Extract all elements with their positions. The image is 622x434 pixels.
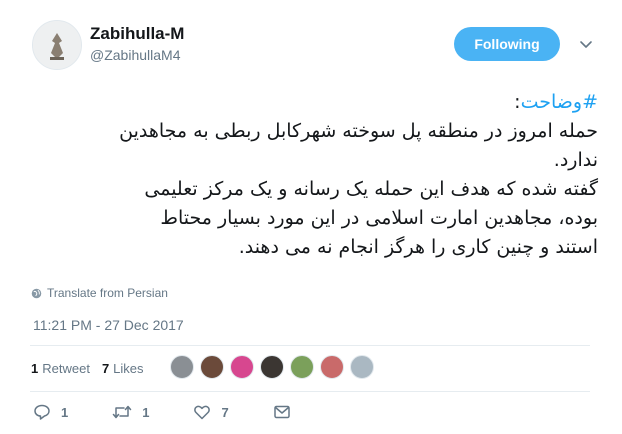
following-button[interactable]: Following <box>454 27 560 61</box>
tweet-line: استند و چنین کاری را هرگز انجام نه می ده… <box>238 236 598 258</box>
likes-label: Likes <box>113 361 144 376</box>
engagement-stats: 1 Retweet 7 Likes <box>31 361 156 376</box>
tweet-line: گفته شده که هدف این حمله یک رسانه و یک م… <box>144 178 598 200</box>
hashtag-link[interactable]: #وضاحت <box>521 91 598 113</box>
tweet-line: بوده، مجاهدین امارت اسلامی در این مورد ب… <box>160 207 598 229</box>
action-bar: 1 1 7 <box>33 403 345 421</box>
divider <box>30 345 590 346</box>
retweets-stat[interactable]: 1 Retweet <box>31 361 90 376</box>
retweets-count: 1 <box>31 361 39 376</box>
liker-avatar[interactable] <box>260 355 284 379</box>
likes-count: 7 <box>101 361 110 376</box>
tweet-line: ندارد. <box>553 149 598 171</box>
retweets-label: Retweet <box>42 361 90 376</box>
reply-count: 1 <box>61 404 69 420</box>
liker-avatar[interactable] <box>230 355 254 379</box>
reply-icon <box>34 404 50 420</box>
chevron-down-icon[interactable] <box>578 36 594 52</box>
heart-icon <box>194 405 211 420</box>
retweet-count: 1 <box>142 404 150 420</box>
liker-avatar[interactable] <box>320 355 344 379</box>
liker-avatar[interactable] <box>350 355 374 379</box>
tweet-card: Zabihulla-M @ZabihullaM4 Following #وضاح… <box>0 0 622 434</box>
reply-button[interactable]: 1 <box>33 403 68 421</box>
globe-icon <box>31 288 42 298</box>
retweet-icon <box>112 405 132 419</box>
divider <box>30 391 590 392</box>
liker-avatars <box>170 355 374 379</box>
retweet-button[interactable]: 1 <box>112 403 149 421</box>
timestamp[interactable]: 11:21 PM - 27 Dec 2017 <box>33 317 184 333</box>
like-count: 7 <box>221 404 229 420</box>
tweet-line: حمله امروز در منطقه پل سوخته شهرکابل ربط… <box>119 120 598 142</box>
translate-label: Translate from Persian <box>47 286 168 300</box>
translate-link[interactable]: Translate from Persian <box>31 286 168 300</box>
envelope-icon <box>273 405 290 419</box>
liker-avatar[interactable] <box>200 355 224 379</box>
user-name[interactable]: Zabihulla-M <box>90 24 184 44</box>
liker-avatar[interactable] <box>290 355 314 379</box>
user-handle[interactable]: @ZabihullaM4 <box>90 47 180 63</box>
likes-stat[interactable]: 7 Likes <box>102 361 144 376</box>
tweet-text: #وضاحت: حمله امروز در منطقه پل سوخته شهر… <box>30 88 598 262</box>
avatar-emblem-icon <box>33 21 81 69</box>
avatar[interactable] <box>32 20 82 70</box>
liker-avatar[interactable] <box>170 355 194 379</box>
like-button[interactable]: 7 <box>193 403 229 421</box>
direct-message-button[interactable] <box>273 403 301 421</box>
